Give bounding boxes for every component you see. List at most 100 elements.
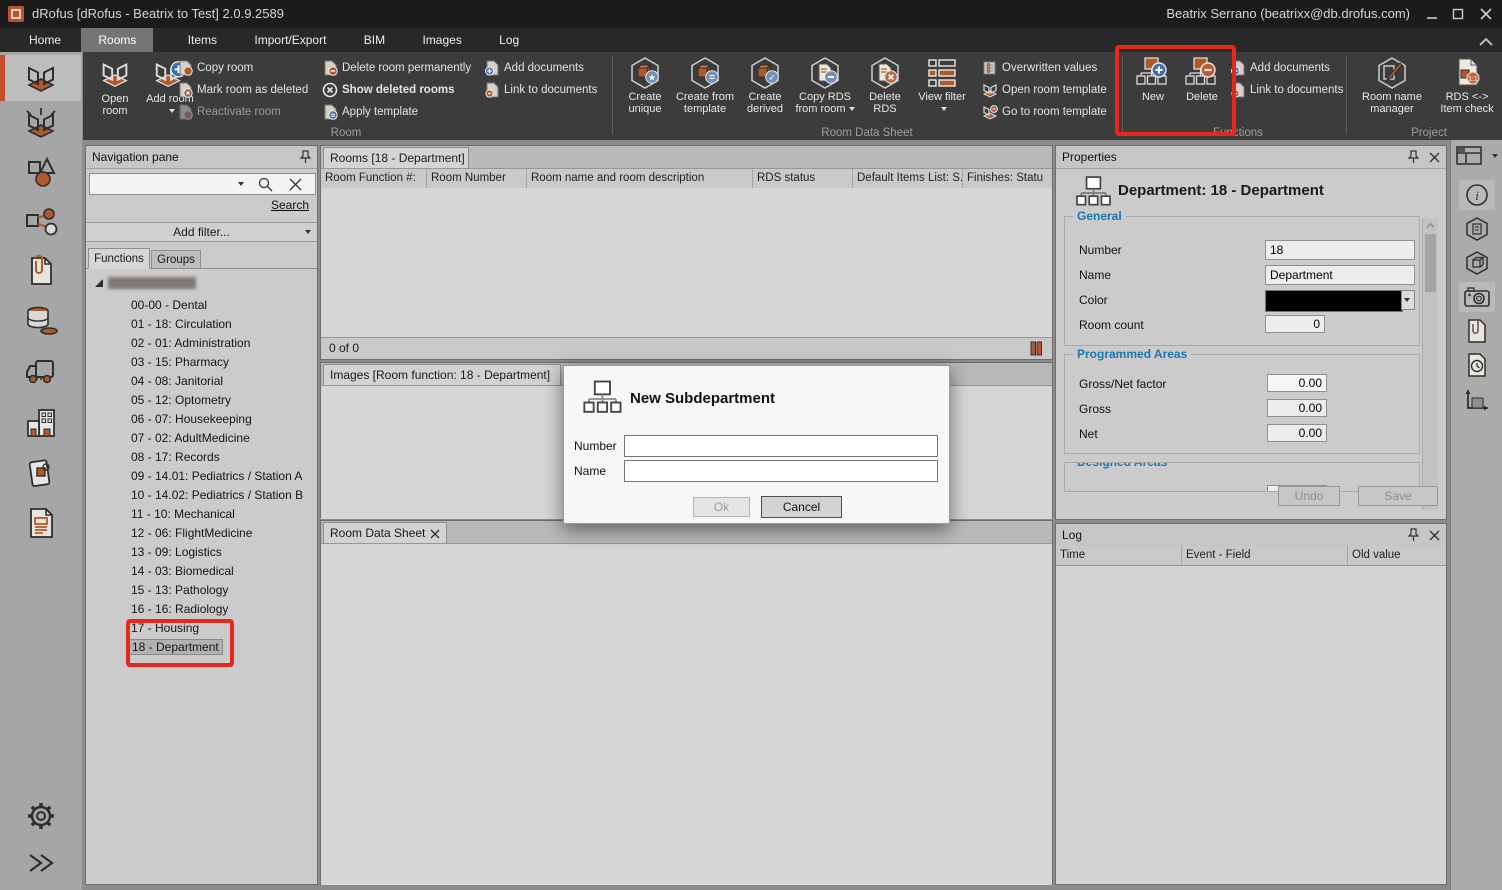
color-swatch[interactable]	[1265, 290, 1403, 312]
col-event-field[interactable]: Event - Field	[1182, 546, 1348, 565]
tree-root-redacted[interactable]	[108, 277, 196, 289]
dialog-number-input[interactable]	[624, 435, 938, 457]
tree-item[interactable]: 02 - 01: Administration	[131, 334, 250, 353]
room-name-manager-button[interactable]: Room name manager	[1354, 55, 1430, 137]
scrollbar-thumb[interactable]	[1425, 234, 1436, 292]
sidebar-logistics-icon[interactable]	[22, 353, 60, 391]
sidebar-room-functions-icon[interactable]	[22, 105, 60, 143]
apply-template-button[interactable]: Apply template	[322, 102, 418, 122]
sidebar-products-icon[interactable]	[22, 454, 60, 492]
attachments-button[interactable]	[1459, 316, 1495, 346]
properties-scrollbar[interactable]	[1422, 218, 1438, 510]
maximize-button[interactable]	[1452, 8, 1464, 20]
create-from-template-button[interactable]: = Create from template	[674, 55, 736, 137]
images-tab[interactable]: Images [Room function: 18 - Department]	[323, 364, 561, 385]
pin-icon[interactable]	[1408, 528, 1419, 542]
sidebar-rooms-icon[interactable]	[22, 59, 60, 97]
functions-add-documents-button[interactable]: Add documents	[1230, 58, 1330, 78]
camera-button[interactable]	[1459, 282, 1495, 312]
nav-tab-groups[interactable]: Groups	[151, 250, 201, 269]
room-data-sheet-tab[interactable]: Room Data Sheet	[323, 522, 447, 543]
expand-sidebar-icon[interactable]	[22, 844, 60, 882]
add-filter-button[interactable]: Add filter...	[86, 222, 317, 242]
reactivate-room-button[interactable]: Reactivate room	[177, 102, 281, 122]
goto-room-template-button[interactable]: Go to room template	[982, 102, 1107, 122]
close-panel-icon[interactable]	[1429, 152, 1440, 163]
col-room-name[interactable]: Room name and room description	[527, 169, 753, 188]
view-filter-button[interactable]: View filter	[914, 55, 970, 137]
tree-item[interactable]: 08 - 17: Records	[131, 448, 220, 467]
delete-room-permanently-button[interactable]: Delete room permanently	[322, 58, 471, 78]
show-deleted-rooms-button[interactable]: Show deleted rooms	[322, 80, 454, 100]
search-dropdown-caret[interactable]	[238, 182, 244, 186]
layout-panels-button[interactable]	[1456, 146, 1498, 170]
sidebar-item-links-icon[interactable]	[22, 203, 60, 241]
sidebar-buildings-icon[interactable]	[22, 404, 60, 442]
gross-field[interactable]	[1267, 399, 1327, 417]
collapse-ribbon-chevron[interactable]	[1478, 36, 1494, 48]
clear-search-icon[interactable]	[289, 178, 302, 191]
dialog-name-input[interactable]	[624, 460, 938, 482]
cancel-button[interactable]: Cancel	[761, 496, 842, 518]
open-room-button[interactable]: Open room	[88, 55, 142, 137]
room-link-documents-button[interactable]: Link to documents	[484, 80, 597, 100]
sidebar-reports-icon[interactable]	[22, 504, 60, 542]
gross-net-factor-field[interactable]	[1267, 374, 1327, 392]
delete-rds-button[interactable]: Delete RDS	[858, 55, 912, 137]
menu-log[interactable]: Log	[482, 28, 536, 52]
menu-import-export[interactable]: Import/Export	[237, 28, 343, 52]
measure-button[interactable]	[1459, 384, 1495, 414]
tree-item[interactable]: 11 - 10: Mechanical	[131, 505, 235, 524]
minimize-button[interactable]	[1426, 9, 1438, 21]
tree-item[interactable]: 09 - 14.01: Pediatrics / Station A	[131, 467, 302, 486]
tree-expander-icon[interactable]	[94, 278, 104, 288]
info-button[interactable]: i	[1459, 180, 1495, 210]
ok-button[interactable]: Ok	[693, 497, 750, 517]
functions-link-documents-button[interactable]: Link to documents	[1230, 80, 1343, 100]
color-dropdown-button[interactable]	[1401, 290, 1415, 310]
tree-item[interactable]: 12 - 06: FlightMedicine	[131, 524, 252, 543]
menu-rooms[interactable]: Rooms	[81, 28, 153, 52]
history-button[interactable]	[1459, 350, 1495, 380]
menu-bim[interactable]: BIM	[347, 28, 402, 52]
col-finishes[interactable]: Finishes: Statu	[963, 169, 1050, 188]
log-body[interactable]	[1056, 566, 1446, 884]
col-room-function[interactable]: Room Function #:	[321, 169, 427, 188]
search-link[interactable]: Search	[271, 198, 309, 212]
sidebar-database-icon[interactable]	[22, 302, 60, 340]
net-field[interactable]	[1267, 424, 1327, 442]
room-count-field[interactable]	[1265, 315, 1325, 333]
create-unique-button[interactable]: ★ Create unique	[618, 55, 672, 137]
tree-item[interactable]: 00-00 - Dental	[131, 296, 207, 315]
settings-gear-icon[interactable]	[22, 797, 60, 835]
bim-model-button[interactable]	[1459, 248, 1495, 278]
tree-item[interactable]: 01 - 18: Circulation	[131, 315, 232, 334]
tree-item[interactable]: 05 - 12: Optometry	[131, 391, 231, 410]
sidebar-documents-icon[interactable]	[22, 252, 60, 290]
close-button[interactable]	[1480, 8, 1492, 20]
rooms-table-body[interactable]	[321, 188, 1052, 338]
rds-item-check-button[interactable]: 1:1 RDS <-> Item check	[1434, 55, 1500, 137]
col-rds-status[interactable]: RDS status	[753, 169, 853, 188]
tree-item[interactable]: 16 - 16: Radiology	[131, 600, 228, 619]
col-room-number[interactable]: Room Number	[427, 169, 527, 188]
tree-item[interactable]: 10 - 14.02: Pediatrics / Station B	[131, 486, 303, 505]
rooms-tab[interactable]: Rooms [18 - Department]	[323, 147, 469, 168]
mark-room-deleted-button[interactable]: Mark room as deleted	[177, 80, 308, 100]
menu-items[interactable]: Items	[171, 28, 234, 52]
open-room-template-button[interactable]: Open room template	[982, 80, 1107, 100]
tree-item[interactable]: 13 - 09: Logistics	[131, 543, 222, 562]
rds-document-button[interactable]	[1459, 214, 1495, 244]
tree-item[interactable]: 03 - 15: Pharmacy	[131, 353, 229, 372]
close-panel-icon[interactable]	[1429, 530, 1440, 541]
tree-item[interactable]: 07 - 02: AdultMedicine	[131, 429, 250, 448]
number-field[interactable]	[1265, 240, 1415, 260]
col-old-value[interactable]: Old value	[1348, 546, 1443, 565]
nav-search-input[interactable]	[89, 173, 316, 195]
col-time[interactable]: Time	[1056, 546, 1182, 565]
tree-item[interactable]: 14 - 03: Biomedical	[131, 562, 234, 581]
tree-item[interactable]: 15 - 13: Pathology	[131, 581, 228, 600]
room-add-documents-button[interactable]: Add documents	[484, 58, 584, 78]
tree-item[interactable]: 04 - 08: Janitorial	[131, 372, 223, 391]
create-derived-button[interactable]: ✓ Create derived	[738, 55, 792, 137]
